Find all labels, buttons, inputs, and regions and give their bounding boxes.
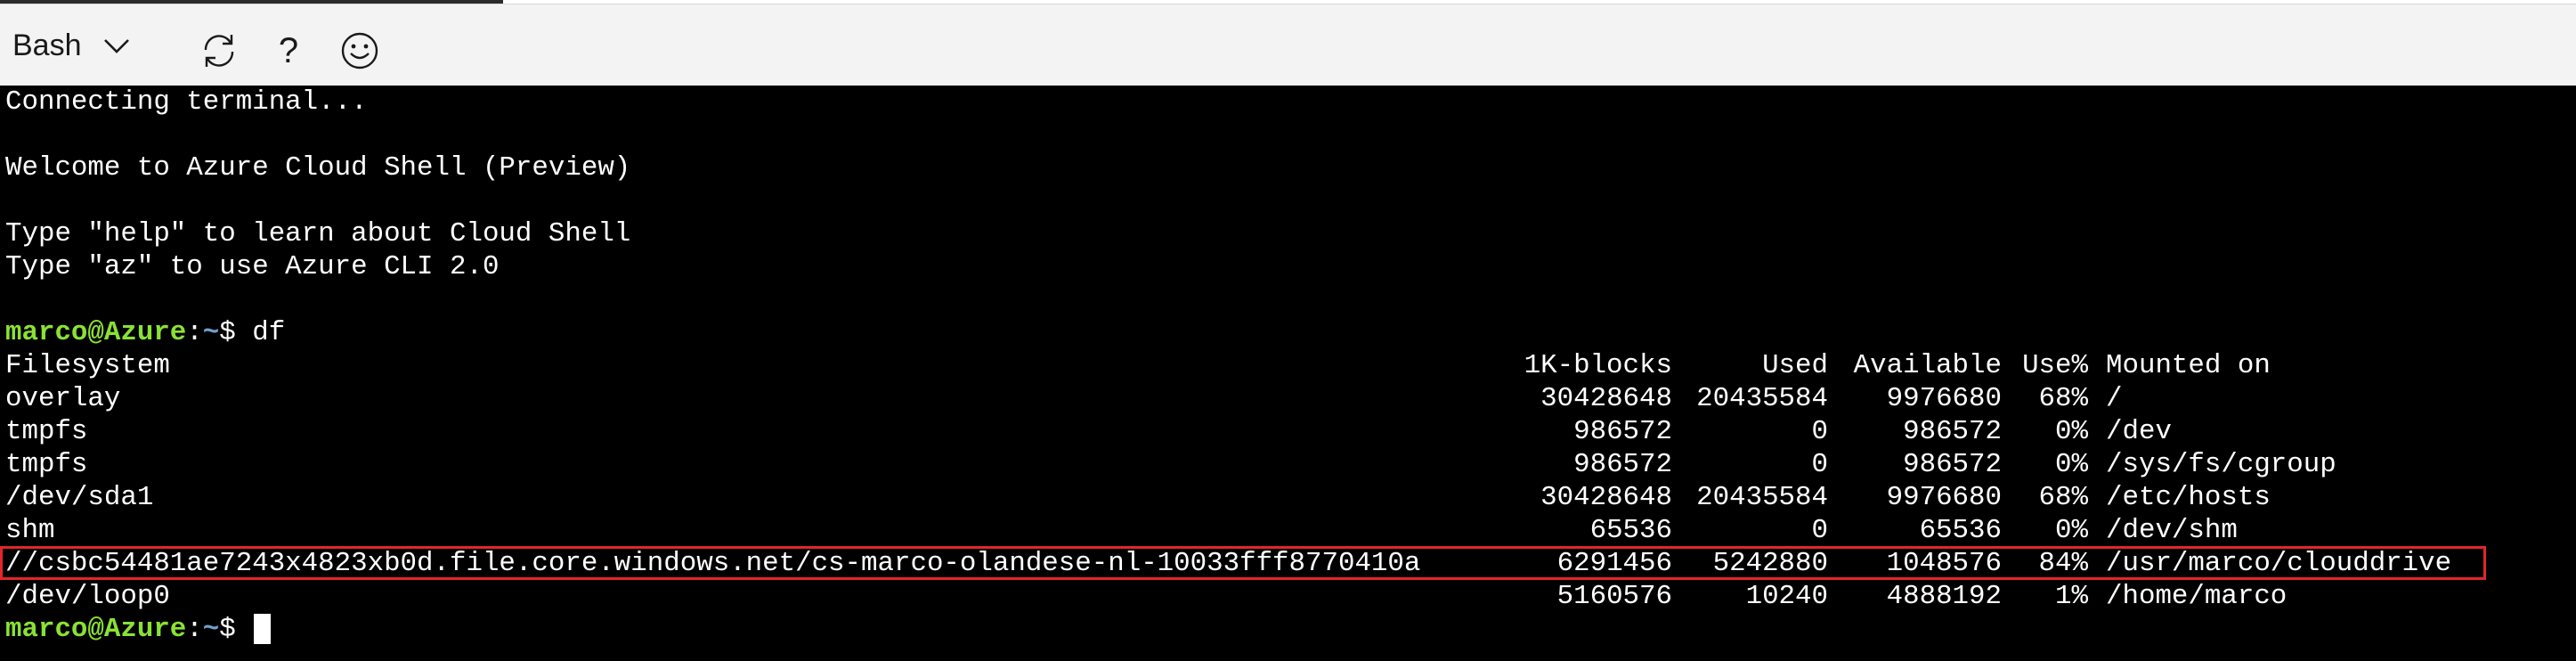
prompt-dollar: $: [219, 317, 253, 348]
df-cell-filesystem: overlay: [5, 383, 121, 414]
df-cell-available: 986572: [1903, 416, 2002, 447]
df-cell-filesystem: tmpfs: [5, 416, 88, 447]
df-cell-available: 9976680: [1886, 383, 2002, 414]
df-cell-available: 986572: [1903, 449, 2002, 480]
help-button[interactable]: ?: [267, 29, 310, 72]
prompt-path: ~: [202, 317, 220, 348]
terminal-line: Welcome to Azure Cloud Shell (Preview): [5, 152, 631, 184]
df-cell-use-percent: 0%: [2055, 416, 2088, 447]
df-cell-used: 10240: [1745, 581, 1828, 612]
df-cell-used: 20435584: [1696, 383, 1828, 414]
df-cell-filesystem: /dev/sda1: [5, 482, 154, 513]
df-cell-mounted-on: /dev: [2106, 416, 2172, 447]
cloud-shell-toolbar: Bash ?: [0, 4, 2576, 86]
df-cell-blocks: 65536: [1589, 515, 1672, 546]
df-header-filesystem: Filesystem: [5, 350, 170, 381]
df-cell-use-percent: 68%: [2038, 482, 2088, 513]
command-line: marco@Azure:~$ df: [5, 316, 285, 349]
help-icon: ?: [278, 31, 299, 70]
df-cell-filesystem: tmpfs: [5, 449, 88, 480]
prompt-separator: :: [186, 614, 203, 645]
terminal-cursor: [254, 613, 272, 644]
df-header-mounted-on: Mounted on: [2106, 350, 2271, 381]
terminal-line: Type "az" to use Azure CLI 2.0: [5, 251, 500, 282]
shell-type-selector[interactable]: Bash: [12, 22, 132, 69]
df-cell-filesystem: shm: [5, 515, 55, 546]
terminal-output[interactable]: Connecting terminal... Welcome to Azure …: [0, 86, 2576, 661]
df-cell-used: 0: [1811, 449, 1828, 480]
df-cell-blocks: 30428648: [1540, 383, 1672, 414]
df-cell-available: 65536: [1919, 515, 2002, 546]
terminal-line: Connecting terminal...: [5, 86, 368, 118]
df-cell-available: 9976680: [1886, 482, 2002, 513]
command-text: df: [252, 317, 286, 348]
chevron-down-icon: [103, 39, 129, 53]
df-cell-use-percent: 1%: [2055, 581, 2088, 612]
prompt-dollar: $: [219, 614, 253, 645]
prompt-user: marco@Azure: [5, 317, 187, 348]
prompt-separator: :: [186, 317, 203, 348]
df-cell-used: 20435584: [1696, 482, 1828, 513]
df-cell-used: 0: [1811, 416, 1828, 447]
df-header-used: Used: [1762, 350, 1828, 381]
prompt-path: ~: [202, 614, 220, 645]
df-cell-use-percent: 0%: [2055, 449, 2088, 480]
df-header-available: Available: [1853, 350, 2002, 381]
df-cell-used: 0: [1811, 515, 1828, 546]
df-cell-mounted-on: /home/marco: [2106, 581, 2288, 612]
restart-button[interactable]: [198, 29, 240, 72]
df-cell-blocks: 986572: [1573, 449, 1672, 480]
smiley-icon: [341, 32, 378, 69]
df-cell-filesystem: /dev/loop0: [5, 581, 170, 612]
shell-type-label: Bash: [12, 28, 82, 62]
df-cell-blocks: 986572: [1573, 416, 1672, 447]
df-cell-mounted-on: /sys/fs/cgroup: [2106, 449, 2336, 480]
df-cell-use-percent: 0%: [2055, 515, 2088, 546]
terminal-line: Type "help" to learn about Cloud Shell: [5, 218, 631, 249]
df-cell-mounted-on: /dev/shm: [2106, 515, 2238, 546]
df-header-blocks: 1K-blocks: [1524, 350, 1672, 381]
df-cell-use-percent: 68%: [2038, 383, 2088, 414]
prompt-user: marco@Azure: [5, 614, 187, 645]
prompt-line[interactable]: marco@Azure:~$: [5, 613, 272, 646]
feedback-button[interactable]: [338, 29, 381, 72]
df-cell-blocks: 30428648: [1540, 482, 1672, 513]
df-header-use-percent: Use%: [2022, 350, 2088, 381]
df-cell-available: 4888192: [1886, 581, 2002, 612]
highlight-box: [0, 546, 2486, 580]
df-cell-blocks: 5160576: [1556, 581, 1672, 612]
restart-icon: [204, 35, 234, 67]
df-cell-mounted-on: /etc/hosts: [2106, 482, 2271, 513]
df-cell-mounted-on: /: [2106, 383, 2123, 414]
